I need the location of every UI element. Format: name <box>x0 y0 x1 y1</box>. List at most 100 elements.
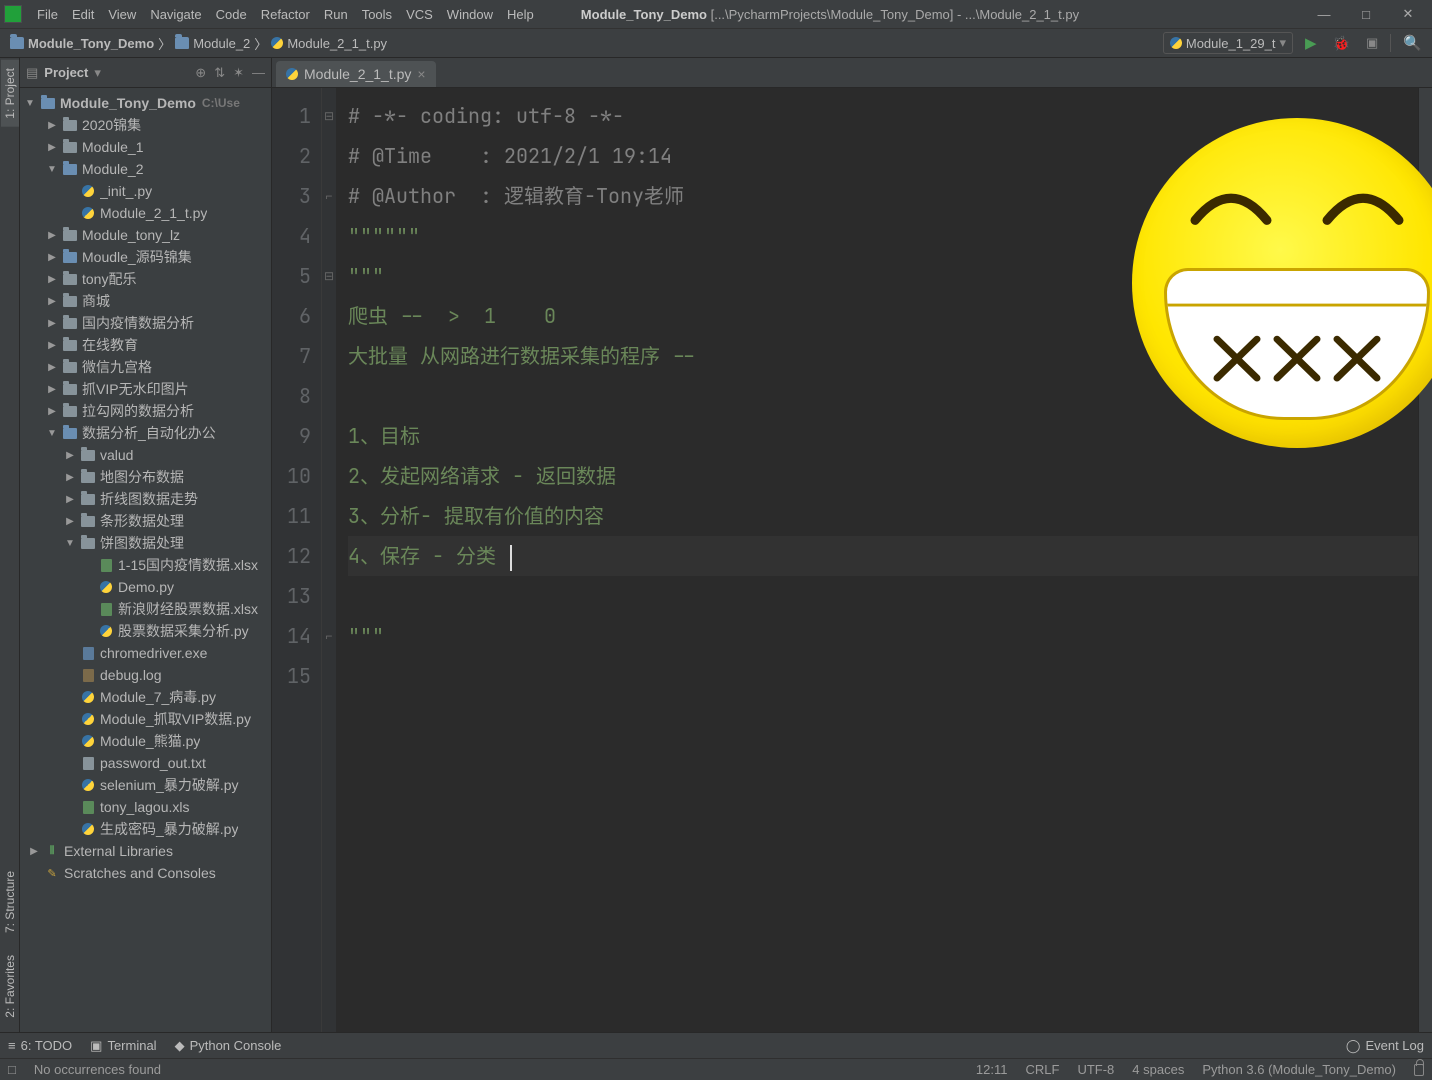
expand-arrow-icon[interactable]: ▶ <box>46 296 58 307</box>
tree-item[interactable]: ▶Module_1 <box>20 136 271 158</box>
tree-item[interactable]: ▶条形数据处理 <box>20 510 271 532</box>
tree-item[interactable]: 生成密码_暴力破解.py <box>20 818 271 840</box>
tree-item[interactable]: ▶抓VIP无水印图片 <box>20 378 271 400</box>
run-button[interactable]: ▶ <box>1301 34 1321 52</box>
tree-item[interactable]: ▶国内疫情数据分析 <box>20 312 271 334</box>
tree-item[interactable]: Module_7_病毒.py <box>20 686 271 708</box>
tree-item[interactable]: debug.log <box>20 664 271 686</box>
project-root[interactable]: ▼ Module_Tony_Demo C:\Use <box>20 92 271 114</box>
breadcrumb-item[interactable]: Module_2 <box>171 36 254 51</box>
debug-button[interactable]: 🐞 <box>1329 35 1354 52</box>
expand-arrow-icon[interactable]: ▶ <box>46 362 58 373</box>
tree-item[interactable]: tony_lagou.xls <box>20 796 271 818</box>
expand-arrow-icon[interactable]: ▶ <box>46 142 58 153</box>
fold-marker[interactable] <box>322 576 336 616</box>
expand-arrow-icon[interactable]: ▼ <box>46 164 58 175</box>
fold-marker[interactable]: ⌐ <box>322 616 336 656</box>
indent-info[interactable]: 4 spaces <box>1132 1062 1184 1077</box>
minimize-button[interactable]: — <box>1304 2 1344 26</box>
expand-arrow-icon[interactable]: ▶ <box>64 516 76 527</box>
tree-item[interactable]: Demo.py <box>20 576 271 598</box>
favorites-tool-tab[interactable]: 2: Favorites <box>1 947 19 1026</box>
python-interpreter[interactable]: Python 3.6 (Module_Tony_Demo) <box>1202 1062 1396 1077</box>
code-line[interactable]: """ <box>348 616 1418 656</box>
close-tab-icon[interactable]: × <box>417 66 425 82</box>
menu-vcs[interactable]: VCS <box>399 7 440 22</box>
fold-marker[interactable] <box>322 336 336 376</box>
tree-item[interactable]: 股票数据采集分析.py <box>20 620 271 642</box>
expand-arrow-icon[interactable]: ▶ <box>46 318 58 329</box>
fold-marker[interactable]: ⊟ <box>322 96 336 136</box>
tree-item[interactable]: ✎Scratches and Consoles <box>20 862 271 884</box>
menu-file[interactable]: File <box>30 7 65 22</box>
tree-item[interactable]: chromedriver.exe <box>20 642 271 664</box>
fold-marker[interactable]: ⌐ <box>322 176 336 216</box>
fold-marker[interactable]: ⊟ <box>322 256 336 296</box>
tree-item[interactable]: ▼数据分析_自动化办公 <box>20 422 271 444</box>
tree-item[interactable]: ▶Moudle_源码锦集 <box>20 246 271 268</box>
tree-item[interactable]: ▶2020锦集 <box>20 114 271 136</box>
caret-position[interactable]: 12:11 <box>976 1062 1008 1077</box>
run-configuration-selector[interactable]: Module_1_29_t ▾ <box>1163 32 1293 54</box>
tree-item[interactable]: Module_2_1_t.py <box>20 202 271 224</box>
expand-arrow-icon[interactable]: ▶ <box>64 472 76 483</box>
tree-item[interactable]: ▼Module_2 <box>20 158 271 180</box>
fold-marker[interactable] <box>322 656 336 696</box>
close-button[interactable]: ✕ <box>1388 2 1428 26</box>
code-line[interactable]: 4、保存 - 分类 <box>348 536 1418 576</box>
code-line[interactable]: 3、分析- 提取有价值的内容 <box>348 496 1418 536</box>
tree-item[interactable]: selenium_暴力破解.py <box>20 774 271 796</box>
tree-item[interactable]: ▶tony配乐 <box>20 268 271 290</box>
project-tree[interactable]: ▼ Module_Tony_Demo C:\Use ▶2020锦集▶Module… <box>20 88 271 1032</box>
tree-item[interactable]: 新浪财经股票数据.xlsx <box>20 598 271 620</box>
file-encoding[interactable]: UTF-8 <box>1077 1062 1114 1077</box>
tree-item[interactable]: Module_抓取VIP数据.py <box>20 708 271 730</box>
expand-arrow-icon[interactable]: ▶ <box>64 450 76 461</box>
menu-refactor[interactable]: Refactor <box>254 7 317 22</box>
tree-item[interactable]: password_out.txt <box>20 752 271 774</box>
expand-arrow-icon[interactable]: ▼ <box>46 428 58 439</box>
lock-icon[interactable] <box>1414 1064 1424 1076</box>
expand-arrow-icon[interactable]: ▶ <box>46 340 58 351</box>
tree-item[interactable]: ▼饼图数据处理 <box>20 532 271 554</box>
tree-item[interactable]: ▶valud <box>20 444 271 466</box>
fold-marker[interactable] <box>322 136 336 176</box>
python-console-tool-button[interactable]: ◆Python Console <box>175 1038 282 1054</box>
tree-item[interactable]: Module_熊猫.py <box>20 730 271 752</box>
expand-arrow-icon[interactable]: ▶ <box>46 230 58 241</box>
breadcrumb-item[interactable]: Module_Tony_Demo <box>6 36 158 51</box>
expand-arrow-icon[interactable]: ▶ <box>46 384 58 395</box>
expand-arrow-icon[interactable]: ▶ <box>46 406 58 417</box>
run-with-coverage-button[interactable]: ▣ <box>1362 35 1382 51</box>
menu-window[interactable]: Window <box>440 7 500 22</box>
chevron-down-icon[interactable]: ▾ <box>94 65 101 81</box>
fold-marker[interactable] <box>322 216 336 256</box>
code-line[interactable] <box>348 656 1418 696</box>
tree-item[interactable]: ▶Module_tony_lz <box>20 224 271 246</box>
tree-item[interactable]: ▶商城 <box>20 290 271 312</box>
settings-icon[interactable]: ✶ <box>233 65 244 81</box>
event-log-button[interactable]: ◯Event Log <box>1346 1038 1424 1054</box>
menu-help[interactable]: Help <box>500 7 541 22</box>
expand-arrow-icon[interactable]: ▶ <box>28 846 40 857</box>
hide-icon[interactable]: — <box>252 65 265 81</box>
expand-all-icon[interactable]: ⇅ <box>214 65 225 81</box>
fold-marker[interactable] <box>322 296 336 336</box>
tree-item[interactable]: ▶折线图数据走势 <box>20 488 271 510</box>
tree-item[interactable]: ▶地图分布数据 <box>20 466 271 488</box>
expand-arrow-icon[interactable]: ▼ <box>64 538 76 549</box>
fold-marker[interactable] <box>322 416 336 456</box>
locate-icon[interactable]: ⊕ <box>195 65 206 81</box>
code-line[interactable] <box>348 576 1418 616</box>
maximize-button[interactable]: □ <box>1346 2 1386 26</box>
menu-run[interactable]: Run <box>317 7 355 22</box>
todo-tool-button[interactable]: ≡6: TODO <box>8 1038 72 1053</box>
tree-item[interactable]: ▶在线教育 <box>20 334 271 356</box>
tree-item[interactable]: 1-15国内疫情数据.xlsx <box>20 554 271 576</box>
tree-item[interactable]: ▶⫴External Libraries <box>20 840 271 862</box>
code-line[interactable]: 2、发起网络请求 - 返回数据 <box>348 456 1418 496</box>
line-separator[interactable]: CRLF <box>1025 1062 1059 1077</box>
breadcrumb-item[interactable]: Module_2_1_t.py <box>267 36 391 51</box>
menu-tools[interactable]: Tools <box>355 7 399 22</box>
menu-edit[interactable]: Edit <box>65 7 101 22</box>
